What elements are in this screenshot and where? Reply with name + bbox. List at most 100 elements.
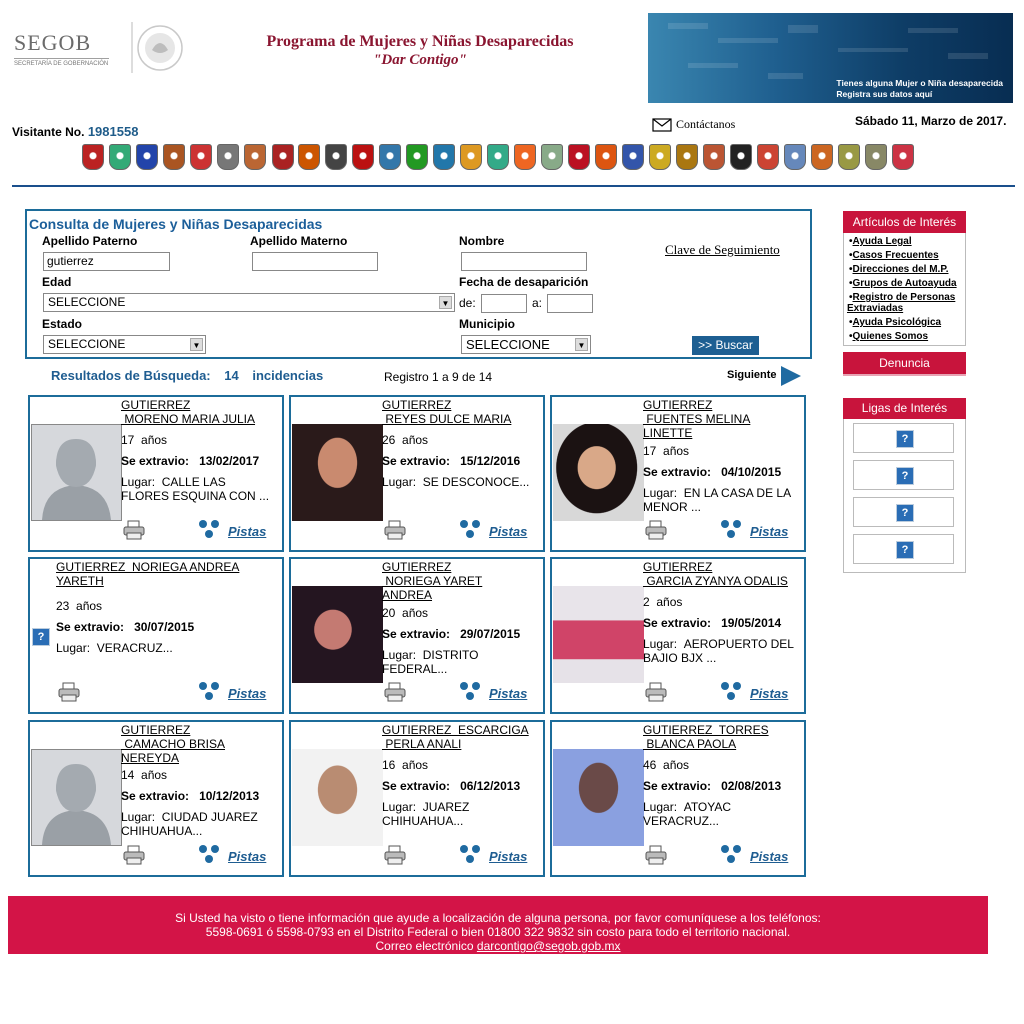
buscar-button[interactable]: >> Buscar [692,336,759,355]
person-name-link[interactable]: GUTIERREZ REYES DULCE MARIA [382,398,543,426]
result-card[interactable]: GUTIERREZ FUENTES MELINA LINETTE 17 años Se… [550,395,806,552]
siguiente-link[interactable]: Siguiente [727,369,777,381]
liga-item[interactable]: ? [853,423,954,453]
state-shield-icon[interactable] [541,144,563,170]
person-photo[interactable] [553,424,644,521]
articulo-link[interactable]: • Ayuda Psicológica [849,317,941,328]
state-shield-icon[interactable] [406,144,428,170]
state-shield-icon[interactable] [622,144,644,170]
person-photo[interactable] [31,424,122,521]
state-shield-icon[interactable] [811,144,833,170]
result-card[interactable]: GUTIERREZ REYES DULCE MARIA 26 años Se ext… [289,395,545,552]
pistas-link[interactable]: Pistas [489,686,527,701]
denuncia-button[interactable]: Denuncia [843,352,966,376]
state-shield-icon[interactable] [568,144,590,170]
apellido-materno-input[interactable] [252,252,378,271]
articulo-link[interactable]: Extraviadas [847,303,903,314]
footer-email-link[interactable]: darcontigo@segob.gob.mx [477,939,621,953]
person-photo[interactable] [553,749,644,846]
result-card[interactable]: GUTIERREZ CAMACHO BRISA NEREYDA 14 años Se … [28,720,284,877]
state-shield-icon[interactable] [784,144,806,170]
printer-icon[interactable] [58,682,80,702]
clave-seguimiento-link[interactable]: Clave de Seguimiento [665,242,780,258]
state-shield-icon[interactable] [595,144,617,170]
result-card[interactable]: GUTIERREZ MORENO MARIA JULIA 17 años Se ex… [28,395,284,552]
articulo-link[interactable]: • Direcciones del M.P. [849,264,948,275]
articulo-link[interactable]: • Casos Frecuentes [849,250,939,261]
state-shield-icon[interactable] [514,144,536,170]
person-name-link[interactable]: GUTIERREZ MORENO MARIA JULIA [121,398,282,426]
state-shield-icon[interactable] [433,144,455,170]
pistas-link[interactable]: Pistas [489,849,527,864]
person-photo[interactable] [292,424,383,521]
state-shield-icon[interactable] [487,144,509,170]
pistas-icon[interactable] [458,681,484,701]
liga-item[interactable]: ? [853,460,954,490]
pistas-icon[interactable] [458,844,484,864]
printer-icon[interactable] [384,682,406,702]
municipio-select[interactable]: SELECCIONE ▼ [461,335,591,354]
pistas-link[interactable]: Pistas [750,849,788,864]
state-shield-icon[interactable] [163,144,185,170]
next-arrow-icon[interactable] [781,366,801,386]
person-photo[interactable] [292,749,383,846]
person-name-link[interactable]: GUTIERREZ GARCIA ZYANYA ODALIS [643,560,804,588]
result-card[interactable]: GUTIERREZ GARCIA ZYANYA ODALIS 2 años Se e… [550,557,806,714]
state-shield-icon[interactable] [865,144,887,170]
state-shield-icon[interactable] [892,144,914,170]
state-shield-icon[interactable] [352,144,374,170]
state-shield-icon[interactable] [703,144,725,170]
pistas-link[interactable]: Pistas [750,524,788,539]
state-shield-icon[interactable] [190,144,212,170]
pistas-icon[interactable] [197,519,223,539]
result-card[interactable]: GUTIERREZ ESCARCIGA PERLA ANALI 16 años Se… [289,720,545,877]
person-photo[interactable] [553,586,644,683]
state-shield-icon[interactable] [325,144,347,170]
person-name-link[interactable]: GUTIERREZ FUENTES MELINA LINETTE [643,398,804,440]
state-shield-icon[interactable] [272,144,294,170]
state-shield-icon[interactable] [757,144,779,170]
articulo-link[interactable]: • Grupos de Autoayuda [849,278,957,289]
person-photo[interactable] [31,749,122,846]
fecha-a-input[interactable] [547,294,593,313]
result-card[interactable]: GUTIERREZ NORIEGA YARET ANDREA 20 años Se e… [289,557,545,714]
edad-select[interactable]: SELECCIONE ▼ [43,293,455,312]
pistas-link[interactable]: Pistas [228,686,266,701]
pistas-link[interactable]: Pistas [228,849,266,864]
person-name-link[interactable]: GUTIERREZ NORIEGA YARET ANDREA [382,560,543,602]
pistas-link[interactable]: Pistas [750,686,788,701]
articulo-link[interactable]: • Quienes Somos [849,331,928,342]
printer-icon[interactable] [384,520,406,540]
contact-link[interactable]: Contáctanos [652,117,735,132]
printer-icon[interactable] [645,520,667,540]
pistas-link[interactable]: Pistas [489,524,527,539]
liga-item[interactable]: ? [853,497,954,527]
state-shield-icon[interactable] [649,144,671,170]
state-shield-icon[interactable] [379,144,401,170]
person-photo[interactable] [292,586,383,683]
nombre-input[interactable] [461,252,587,271]
state-shield-icon[interactable] [676,144,698,170]
printer-icon[interactable] [123,845,145,865]
person-name-link[interactable]: GUTIERREZ CAMACHO BRISA NEREYDA [121,723,282,765]
state-shield-icon[interactable] [244,144,266,170]
printer-icon[interactable] [645,682,667,702]
pistas-icon[interactable] [719,844,745,864]
result-card[interactable]: ? GUTIERREZ NORIEGA ANDREA YARETH 23 años Se… [28,557,284,714]
pistas-icon[interactable] [719,519,745,539]
state-shield-icon[interactable] [298,144,320,170]
printer-icon[interactable] [123,520,145,540]
articulo-link[interactable]: • Ayuda Legal [849,236,912,247]
person-name-link[interactable]: GUTIERREZ NORIEGA ANDREA YARETH [56,560,282,588]
pistas-icon[interactable] [719,681,745,701]
register-banner[interactable]: Tienes alguna Mujer o Niña desaparecida … [648,13,1013,103]
printer-icon[interactable] [645,845,667,865]
state-shield-icon[interactable] [109,144,131,170]
state-shield-icon[interactable] [82,144,104,170]
person-name-link[interactable]: GUTIERREZ ESCARCIGA PERLA ANALI [382,723,543,751]
estado-select[interactable]: SELECCIONE ▼ [43,335,206,354]
state-shield-icon[interactable] [136,144,158,170]
printer-icon[interactable] [384,845,406,865]
fecha-de-input[interactable] [481,294,527,313]
liga-item[interactable]: ? [853,534,954,564]
